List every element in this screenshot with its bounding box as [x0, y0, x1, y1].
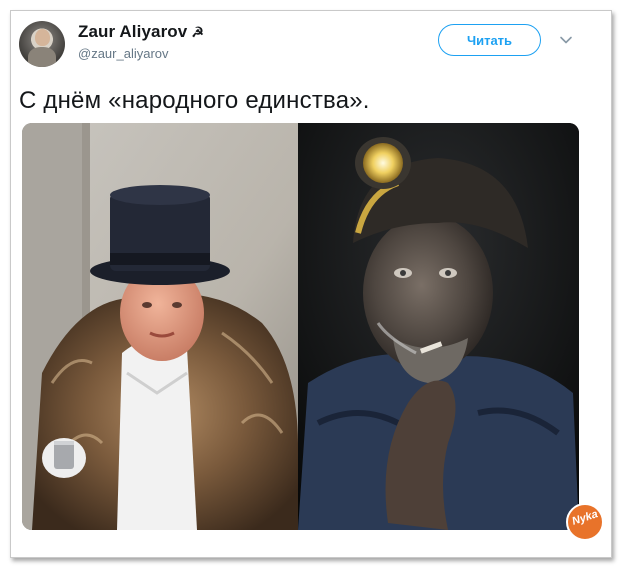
avatar[interactable]	[19, 21, 65, 67]
avatar-head	[35, 29, 50, 46]
author-name[interactable]: Zaur Aliyarov ☭	[78, 22, 204, 42]
author-handle[interactable]: @zaur_aliyarov	[78, 46, 169, 61]
photo-man-in-top-hat	[22, 123, 298, 530]
tweet-media[interactable]	[22, 123, 579, 530]
avatar-body	[28, 47, 56, 67]
photo-coal-miner	[298, 123, 579, 530]
tweet-text: С днём «народного единства».	[19, 87, 370, 114]
follow-button[interactable]: Читать	[438, 24, 541, 56]
chevron-down-icon[interactable]	[559, 33, 573, 47]
hammer-sickle-icon: ☭	[191, 24, 204, 40]
author-display-name: Zaur Aliyarov	[78, 22, 188, 41]
